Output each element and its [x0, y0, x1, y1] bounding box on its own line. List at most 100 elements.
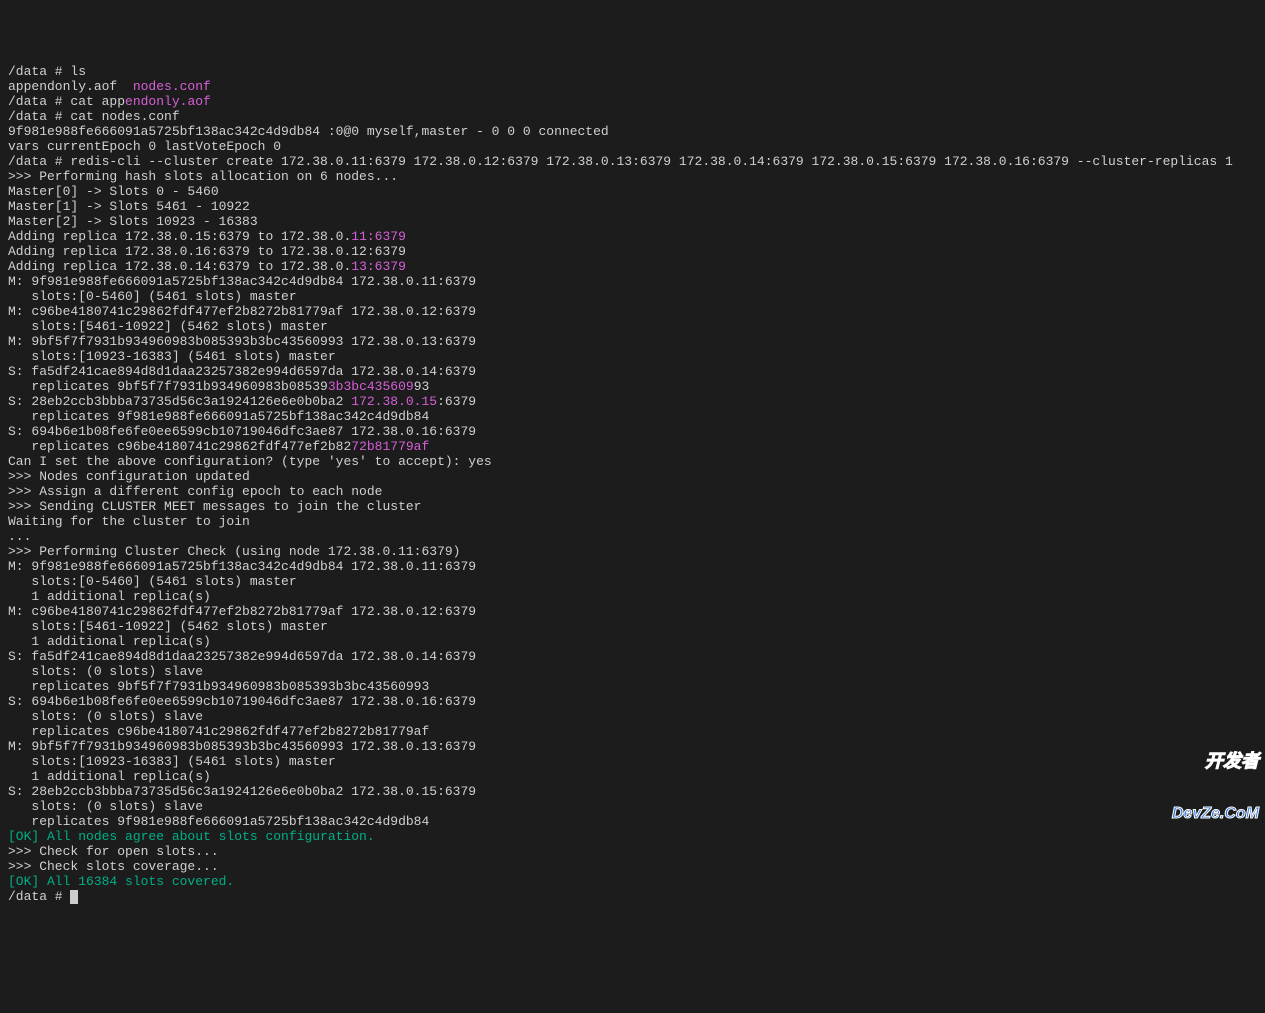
terminal-text: replicates 9f981e988fe666091a5725bf138ac… [8, 409, 429, 424]
terminal-line: S: 28eb2ccb3bbba73735d56c3a1924126e6e0b0… [8, 394, 1257, 409]
terminal-text: S: fa5df241cae894d8d1daa23257382e994d659… [8, 649, 476, 664]
terminal-text: replicates 9bf5f7f7931b934960983b08539 [8, 379, 328, 394]
terminal-line: /data # [8, 889, 1257, 904]
terminal-text: M: 9f981e988fe666091a5725bf138ac342c4d9d… [8, 559, 476, 574]
terminal-text: replicates 9bf5f7f7931b934960983b085393b… [8, 679, 429, 694]
terminal-line: S: 694b6e1b08fe6fe0ee6599cb10719046dfc3a… [8, 694, 1257, 709]
terminal-text: Master[2] -> Slots 10923 - 16383 [8, 214, 258, 229]
terminal-line: >>> Nodes configuration updated [8, 469, 1257, 484]
terminal-line: replicates 9bf5f7f7931b934960983b085393b… [8, 679, 1257, 694]
terminal-line: /data # cat nodes.conf [8, 109, 1257, 124]
terminal-text: M: c96be4180741c29862fdf477ef2b8272b8177… [8, 304, 476, 319]
terminal-line: slots: (0 slots) slave [8, 664, 1257, 679]
terminal-text: /data # [8, 889, 70, 904]
terminal-line: >>> Check for open slots... [8, 844, 1257, 859]
terminal-line: Master[2] -> Slots 10923 - 16383 [8, 214, 1257, 229]
terminal-line: 1 additional replica(s) [8, 589, 1257, 604]
terminal-text: >>> Check slots coverage... [8, 859, 219, 874]
terminal-text: slots:[5461-10922] (5462 slots) master [8, 319, 328, 334]
terminal-line: [OK] All 16384 slots covered. [8, 874, 1257, 889]
terminal-text: >>> Sending CLUSTER MEET messages to joi… [8, 499, 421, 514]
terminal-line: S: fa5df241cae894d8d1daa23257382e994d659… [8, 649, 1257, 664]
terminal-line: slots:[10923-16383] (5461 slots) master [8, 754, 1257, 769]
terminal-text: >>> Check for open slots... [8, 844, 219, 859]
terminal-line: S: fa5df241cae894d8d1daa23257382e994d659… [8, 364, 1257, 379]
terminal-line: 1 additional replica(s) [8, 634, 1257, 649]
terminal-text: >>> Assign a different config epoch to e… [8, 484, 382, 499]
terminal-line: [OK] All nodes agree about slots configu… [8, 829, 1257, 844]
terminal-line: M: 9f981e988fe666091a5725bf138ac342c4d9d… [8, 559, 1257, 574]
terminal-line: 1 additional replica(s) [8, 769, 1257, 784]
terminal-line: M: 9bf5f7f7931b934960983b085393b3bc43560… [8, 739, 1257, 754]
terminal-text: Waiting for the cluster to join [8, 514, 250, 529]
terminal-line: ... [8, 529, 1257, 544]
terminal-line: Can I set the above configuration? (type… [8, 454, 1257, 469]
terminal-text: replicates c96be4180741c29862fdf477ef2b8… [8, 724, 429, 739]
terminal-line: slots:[5461-10922] (5462 slots) master [8, 619, 1257, 634]
terminal-output[interactable]: /data # lsappendonly.aof nodes.conf/data… [8, 64, 1257, 904]
terminal-line: replicates 9bf5f7f7931b934960983b085393b… [8, 379, 1257, 394]
terminal-line: appendonly.aof nodes.conf [8, 79, 1257, 94]
terminal-line: M: 9f981e988fe666091a5725bf138ac342c4d9d… [8, 274, 1257, 289]
terminal-text: 13:6379 [351, 259, 406, 274]
terminal-line: slots:[0-5460] (5461 slots) master [8, 574, 1257, 589]
terminal-text: S: 28eb2ccb3bbba73735d56c3a1924126e6e0b0… [8, 784, 476, 799]
terminal-text: Adding replica 172.38.0.15:6379 to 172.3… [8, 229, 351, 244]
terminal-line: vars currentEpoch 0 lastVoteEpoch 0 [8, 139, 1257, 154]
terminal-line: slots:[5461-10922] (5462 slots) master [8, 319, 1257, 334]
terminal-text: >>> Performing Cluster Check (using node… [8, 544, 460, 559]
terminal-line: /data # ls [8, 64, 1257, 79]
terminal-line: M: c96be4180741c29862fdf477ef2b8272b8177… [8, 304, 1257, 319]
terminal-text: 93 [414, 379, 430, 394]
terminal-text: replicates c96be4180741c29862fdf477ef2b8… [8, 439, 351, 454]
terminal-line: replicates c96be4180741c29862fdf477ef2b8… [8, 439, 1257, 454]
terminal-text: ... [8, 529, 31, 544]
terminal-line: slots: (0 slots) slave [8, 799, 1257, 814]
terminal-line: Adding replica 172.38.0.14:6379 to 172.3… [8, 259, 1257, 274]
terminal-line: >>> Performing hash slots allocation on … [8, 169, 1257, 184]
terminal-line: slots:[10923-16383] (5461 slots) master [8, 349, 1257, 364]
terminal-line: >>> Assign a different config epoch to e… [8, 484, 1257, 499]
terminal-text: slots: (0 slots) slave [8, 799, 203, 814]
terminal-line: slots:[0-5460] (5461 slots) master [8, 289, 1257, 304]
terminal-text: Master[1] -> Slots 5461 - 10922 [8, 199, 250, 214]
terminal-line: Master[0] -> Slots 0 - 5460 [8, 184, 1257, 199]
terminal-line: replicates 9f981e988fe666091a5725bf138ac… [8, 409, 1257, 424]
terminal-text: 1 additional replica(s) [8, 769, 211, 784]
terminal-text: 1 additional replica(s) [8, 634, 211, 649]
terminal-line: Waiting for the cluster to join [8, 514, 1257, 529]
terminal-line: Adding replica 172.38.0.16:6379 to 172.3… [8, 244, 1257, 259]
terminal-text: slots:[0-5460] (5461 slots) master [8, 289, 297, 304]
terminal-text: Adding replica 172.38.0.14:6379 to 172.3… [8, 259, 351, 274]
terminal-line: >>> Check slots coverage... [8, 859, 1257, 874]
terminal-text: S: 28eb2ccb3bbba73735d56c3a1924126e6e0b0… [8, 394, 351, 409]
terminal-text: 11:6379 [351, 229, 406, 244]
terminal-text: vars currentEpoch 0 lastVoteEpoch 0 [8, 139, 281, 154]
terminal-text: Adding replica 172.38.0.16:6379 to 172.3… [8, 244, 406, 259]
terminal-text: M: c96be4180741c29862fdf477ef2b8272b8177… [8, 604, 476, 619]
terminal-line: >>> Sending CLUSTER MEET messages to joi… [8, 499, 1257, 514]
terminal-text: slots: (0 slots) slave [8, 664, 203, 679]
terminal-text: slots:[5461-10922] (5462 slots) master [8, 619, 328, 634]
terminal-line: Adding replica 172.38.0.15:6379 to 172.3… [8, 229, 1257, 244]
terminal-text: endonly.aof [125, 94, 211, 109]
terminal-line: S: 28eb2ccb3bbba73735d56c3a1924126e6e0b0… [8, 784, 1257, 799]
terminal-text: 1 additional replica(s) [8, 589, 211, 604]
terminal-text: M: 9bf5f7f7931b934960983b085393b3bc43560… [8, 739, 476, 754]
terminal-text: /data # ls [8, 64, 86, 79]
terminal-text: /data # cat nodes.conf [8, 109, 180, 124]
terminal-line: 9f981e988fe666091a5725bf138ac342c4d9db84… [8, 124, 1257, 139]
terminal-line: S: 694b6e1b08fe6fe0ee6599cb10719046dfc3a… [8, 424, 1257, 439]
terminal-text: 3b3bc435609 [328, 379, 414, 394]
terminal-line: /data # redis-cli --cluster create 172.3… [8, 154, 1257, 169]
terminal-line: replicates c96be4180741c29862fdf477ef2b8… [8, 724, 1257, 739]
terminal-text: replicates 9f981e988fe666091a5725bf138ac… [8, 814, 429, 829]
terminal-text: M: 9bf5f7f7931b934960983b085393b3bc43560… [8, 334, 476, 349]
terminal-line: >>> Performing Cluster Check (using node… [8, 544, 1257, 559]
terminal-line: replicates 9f981e988fe666091a5725bf138ac… [8, 814, 1257, 829]
cursor[interactable] [70, 890, 78, 904]
terminal-line: Master[1] -> Slots 5461 - 10922 [8, 199, 1257, 214]
terminal-text: slots:[10923-16383] (5461 slots) master [8, 349, 336, 364]
terminal-text: S: 694b6e1b08fe6fe0ee6599cb10719046dfc3a… [8, 694, 476, 709]
terminal-text: nodes.conf [133, 79, 211, 94]
